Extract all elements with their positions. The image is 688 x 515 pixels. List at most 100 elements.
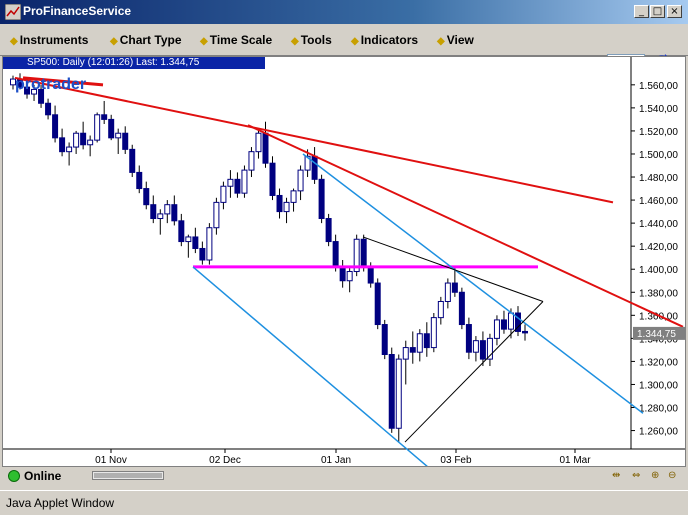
candle-body <box>150 204 157 220</box>
zoom-out-icon[interactable]: ⊖ <box>668 470 676 481</box>
y-tick-label: 1.420,00 <box>639 242 678 253</box>
candle-body <box>262 132 269 164</box>
candle-body <box>367 266 374 284</box>
menu-indicators[interactable]: ◆ Indicators <box>351 33 418 47</box>
candle-body <box>269 162 276 196</box>
candle-body <box>374 282 381 326</box>
candle-body <box>199 247 206 261</box>
menu-time-scale[interactable]: ◆ Time Scale <box>200 33 272 47</box>
menu-chart-type[interactable]: ◆ Chart Type <box>110 33 182 47</box>
candle-body <box>522 330 528 334</box>
candle-body <box>297 169 304 192</box>
candle-body <box>164 204 171 215</box>
candle-body <box>213 201 220 229</box>
candle-body <box>381 324 388 356</box>
candle-body <box>192 236 199 249</box>
candle-body <box>423 333 430 349</box>
candle-body <box>220 185 227 203</box>
close-button[interactable]: × <box>667 5 682 18</box>
y-tick-label: 1.300,00 <box>639 380 678 391</box>
candle-body <box>346 271 353 282</box>
candle-body <box>80 132 87 146</box>
window-title: ProFinanceService <box>23 4 132 18</box>
blue-channel-lower <box>192 266 428 466</box>
candle-body <box>241 169 248 194</box>
scrollbar-thumb[interactable] <box>94 473 162 478</box>
candle-body <box>507 312 514 330</box>
y-tick-label: 1.380,00 <box>639 288 678 299</box>
candle-body <box>59 137 66 153</box>
candle-body <box>129 148 136 173</box>
candle-body <box>234 178 241 194</box>
title-bar: ProFinanceService _ □ × <box>0 0 688 24</box>
last-price-label: 1.344,75 <box>637 329 676 340</box>
candle-body <box>325 218 332 243</box>
chevron-down-icon: ◆ <box>10 36 18 47</box>
candle-body <box>318 178 325 220</box>
candle-body <box>143 188 150 206</box>
price-chart[interactable]: 1.560,00 1.540,00 1.520,00 1.500,00 1.480,00… <box>3 57 685 466</box>
minimize-icon: _ <box>639 6 644 17</box>
candle-body <box>122 132 129 150</box>
zoom-in-icon[interactable]: ⊕ <box>651 470 659 481</box>
candle-body <box>255 132 262 153</box>
y-tick-label: 1.560,00 <box>639 81 678 92</box>
y-tick-label: 1.520,00 <box>639 127 678 138</box>
candle-body <box>45 102 52 116</box>
candle-body <box>451 282 458 293</box>
y-tick-label: 1.360,00 <box>639 311 678 322</box>
candle-body <box>73 132 80 148</box>
candle-body <box>416 333 423 353</box>
candle-body <box>395 358 402 429</box>
candle-body <box>444 282 451 302</box>
y-tick-label: 1.440,00 <box>639 219 678 230</box>
maximize-button[interactable]: □ <box>650 5 665 18</box>
candle-body <box>157 213 164 220</box>
app-icon <box>5 4 21 20</box>
y-tick-label: 1.500,00 <box>639 150 678 161</box>
candle-body <box>52 114 59 139</box>
y-tick-label: 1.400,00 <box>639 265 678 276</box>
x-tick-label: 02 Dec <box>209 455 241 466</box>
x-tick-label: 01 Jan <box>321 455 351 466</box>
chevron-down-icon: ◆ <box>110 36 118 47</box>
online-status-label: Online <box>24 469 62 483</box>
x-tick-label: 01 Mar <box>559 455 591 466</box>
y-tick-label: 1.320,00 <box>639 357 678 368</box>
candle-body <box>493 319 500 339</box>
online-status-icon <box>8 470 20 482</box>
candle-body <box>94 114 101 141</box>
expand-icon[interactable]: ⇔ <box>632 470 640 481</box>
applet-footer-text: Java Applet Window <box>6 496 115 510</box>
candle-body <box>171 204 178 222</box>
x-tick-label: 01 Nov <box>95 455 127 466</box>
candle-body <box>458 291 465 326</box>
candle-body <box>115 132 122 139</box>
chart-panel[interactable]: SP500: Daily (12:01:26) Last: 1.344,75 1… <box>2 56 686 467</box>
candle-body <box>437 300 444 319</box>
y-tick-label: 1.540,00 <box>639 104 678 115</box>
candle-body <box>290 190 297 203</box>
candle-body <box>402 347 409 360</box>
menu-tools[interactable]: ◆ Tools <box>291 33 332 47</box>
chevron-down-icon: ◆ <box>200 36 208 47</box>
status-bar: Online ⇹ ⇔ ⊕ ⊖ <box>0 467 688 485</box>
y-tick-label: 1.260,00 <box>639 427 678 438</box>
minimize-button[interactable]: _ <box>634 5 649 18</box>
candle-body <box>87 139 94 146</box>
red-trendline-long <box>14 76 614 204</box>
candle-body <box>136 171 143 190</box>
shrink-icon[interactable]: ⇹ <box>612 470 620 481</box>
candle-body <box>479 340 486 360</box>
menu-view[interactable]: ◆ View <box>437 33 474 47</box>
menu-instruments[interactable]: ◆ Instruments <box>10 33 88 47</box>
candle-body <box>472 340 479 353</box>
candle-body <box>206 227 213 261</box>
x-tick-label: 03 Feb <box>440 455 472 466</box>
candle-body <box>311 155 318 180</box>
candle-body <box>185 236 192 243</box>
candle-body <box>332 241 339 268</box>
candle-body <box>227 178 234 187</box>
protrader-logo: protrader <box>15 76 86 93</box>
horizontal-scrollbar[interactable] <box>92 471 164 480</box>
